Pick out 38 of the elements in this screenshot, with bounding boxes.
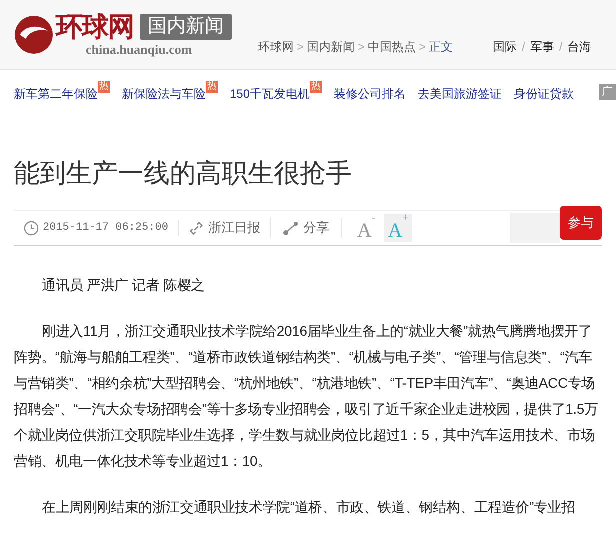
article-title: 能到生产一线的高职生很抢手 [14, 157, 353, 190]
nav-link[interactable]: 台海 [568, 38, 592, 56]
hot-badge: 热 [310, 81, 322, 93]
nav-separator: / [522, 38, 526, 56]
hot-link[interactable]: 新保险法与车险 [122, 85, 206, 103]
logo-text: 环球网 [56, 12, 134, 42]
comment-box [510, 213, 560, 243]
breadcrumb-link[interactable]: 国内新闻 [307, 38, 356, 56]
source-link[interactable]: 浙江日报 [208, 218, 260, 238]
site-url: china.huanqiu.com [86, 42, 194, 57]
breadcrumb-link[interactable]: 中国热点 [368, 38, 416, 56]
nav-separator: / [559, 38, 563, 56]
article-paragraph: 在上周刚刚结束的浙江交通职业技术学院“道桥、市政、铁道、钢结构、工程造价”专业招 [41, 498, 576, 517]
breadcrumb-link[interactable]: 环球网 [258, 38, 294, 56]
breadcrumb-separator: > [358, 38, 366, 56]
article-paragraph: 刚进入11月，浙江交通职业技术学院给2016届毕业生备上的“就业大餐”就热气腾腾地摆开了阵势。“航海与船舶工程类”、“道桥市政铁道钢结构类”、“机械与电子类”、“管理与信息类”、“汽车与营销类”、“相约余杭”大型招聘会、“杭州地铁”、“杭港地铁”、“T-TEP丰田汽车”、“奥迪ACC专场招聘会”、“一汽大众专场招聘会”等十多场专业招聘会，吸引了近千家企业走进校园，提供了1.5万个就业岗位供浙江交职院毕业生选择，学生数与就业岗位比超过1：5，其中汽车运用技术、市场营销、机电一体化技术等专业超过1：10。 [14, 322, 600, 471]
breadcrumb-link[interactable]: 正文 [429, 38, 454, 56]
hot-link[interactable]: 去美国旅游签证 [418, 85, 502, 103]
nav-link[interactable]: 国际 [493, 38, 518, 56]
hot-link[interactable]: 150千瓦发电机 [230, 85, 310, 103]
hot-link[interactable]: 身份证贷款 [514, 85, 574, 103]
hot-badge: 热 [98, 81, 110, 93]
breadcrumb-separator: > [419, 38, 426, 56]
breadcrumb-separator: > [297, 38, 304, 56]
globe-logo-icon [14, 14, 54, 54]
link-icon [189, 220, 204, 236]
clock-icon [24, 220, 39, 236]
share-icon [283, 220, 300, 236]
article-paragraph: 通讯员 严洪广 记者 陈樱之 [41, 276, 206, 295]
share-button[interactable]: 分享 [303, 218, 330, 238]
ad-badge: 广 [599, 84, 616, 100]
hot-link[interactable]: 新车第二年保险 [14, 85, 98, 103]
hot-badge: 热 [206, 81, 218, 93]
hot-link[interactable]: 装修公司排名 [334, 85, 406, 103]
nav-link[interactable]: 军事 [530, 38, 554, 56]
channel-badge: 国内新闻 [140, 14, 232, 40]
publish-date: 2015-11-17 06:25:00 [43, 220, 168, 236]
join-button[interactable]: 参与 [560, 206, 602, 240]
